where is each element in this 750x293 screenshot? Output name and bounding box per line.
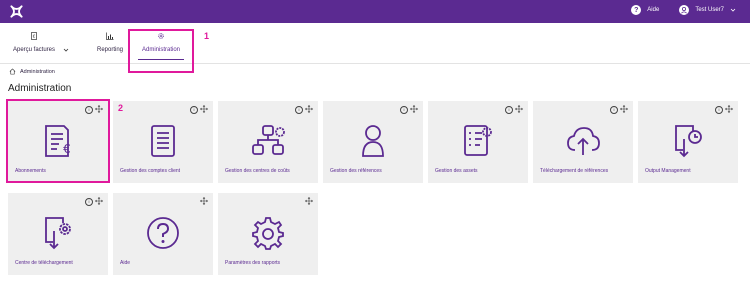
breadcrumb-item: Administration — [20, 68, 55, 75]
cost-center-icon — [252, 125, 285, 155]
document-euro-icon: € — [45, 125, 71, 157]
card-output-management[interactable]: i Output Management — [638, 101, 738, 183]
breadcrumb: Administration — [9, 68, 55, 75]
help-icon[interactable]: ? — [631, 5, 642, 15]
move-icon[interactable] — [620, 105, 628, 113]
document-lines-icon — [151, 125, 175, 157]
info-icon[interactable]: i — [610, 106, 618, 114]
card-label: Gestion des comptes client — [120, 168, 181, 174]
info-icon[interactable]: i — [85, 198, 93, 206]
card-parametres-rapports[interactable]: Paramètres des rapports — [218, 193, 318, 275]
card-gestion-comptes-client[interactable]: i Gestion des comptes client — [113, 101, 213, 183]
checklist-gear-icon — [464, 125, 492, 156]
annotation-number-2: 2 — [118, 103, 124, 113]
document-gear-download-icon — [45, 217, 71, 250]
person-icon — [362, 125, 384, 157]
user-avatar-icon[interactable] — [679, 5, 690, 15]
invoice-euro-icon: € — [31, 32, 37, 40]
card-label: Output Management — [645, 168, 691, 174]
move-icon[interactable] — [305, 105, 313, 113]
card-gestion-centres-couts[interactable]: i Gestion des centres de coûts — [218, 101, 318, 183]
help-link[interactable]: Aide — [647, 7, 659, 13]
tab-label: Reporting — [96, 47, 123, 53]
move-icon[interactable] — [515, 105, 523, 113]
card-gestion-references[interactable]: i Gestion des références — [323, 101, 423, 183]
card-label: Centre de téléchargement — [15, 260, 73, 266]
info-icon[interactable]: i — [295, 106, 303, 114]
tab-label: Aperçu factures — [12, 47, 56, 53]
svg-text:€: € — [33, 34, 36, 39]
info-icon[interactable]: i — [85, 106, 93, 114]
chevron-down-icon[interactable] — [63, 47, 69, 53]
card-label: Téléchargement de références — [540, 168, 609, 174]
annotation-number-1: 1 — [204, 31, 210, 41]
question-circle-icon — [147, 217, 179, 249]
tab-administration[interactable]: Administration — [130, 23, 192, 63]
card-label: Paramètres des rapports — [225, 260, 281, 266]
card-label: Gestion des références — [330, 168, 382, 174]
top-bar: ? Aide Test User7 — [0, 0, 750, 23]
info-icon[interactable]: i — [505, 106, 513, 114]
gear-icon — [252, 217, 284, 250]
move-icon[interactable] — [200, 197, 208, 205]
move-icon[interactable] — [305, 197, 313, 205]
info-icon[interactable]: i — [715, 106, 723, 114]
move-icon[interactable] — [410, 105, 418, 113]
chevron-down-icon[interactable] — [730, 7, 736, 13]
info-icon[interactable]: i — [400, 106, 408, 114]
card-aide[interactable]: Aide — [113, 193, 213, 275]
card-label: Gestion des assets — [435, 168, 478, 174]
move-icon[interactable] — [200, 105, 208, 113]
home-icon[interactable] — [9, 68, 16, 75]
bar-chart-icon — [106, 32, 114, 40]
card-gestion-assets[interactable]: i Gestion des assets — [428, 101, 528, 183]
active-tab-indicator — [138, 59, 184, 60]
card-label: Aide — [120, 260, 131, 266]
document-clock-download-icon — [675, 125, 702, 158]
move-icon[interactable] — [95, 197, 103, 205]
move-icon[interactable] — [95, 105, 103, 113]
app-logo[interactable] — [8, 3, 25, 20]
gear-icon — [158, 33, 164, 39]
page-title: Administration — [8, 83, 72, 94]
tab-bar: € Aperçu factures Reporting Administrati… — [0, 23, 750, 64]
svg-text:€: € — [63, 142, 71, 156]
card-abonnements[interactable]: i € Abonnements — [8, 101, 108, 183]
card-telechargement-references[interactable]: i Téléchargement de références — [533, 101, 633, 183]
tab-apercu-factures[interactable]: € Aperçu factures — [8, 23, 60, 63]
tab-reporting[interactable]: Reporting — [90, 23, 130, 63]
user-menu[interactable]: Test User7 — [695, 7, 724, 13]
move-icon[interactable] — [725, 105, 733, 113]
tab-label: Administration — [141, 47, 180, 53]
card-centre-telechargement[interactable]: i Centre de téléchargement — [8, 193, 108, 275]
card-label: Gestion des centres de coûts — [225, 168, 290, 174]
cloud-upload-icon — [567, 127, 600, 155]
card-label: Abonnements — [15, 168, 46, 174]
info-icon[interactable]: i — [190, 106, 198, 114]
